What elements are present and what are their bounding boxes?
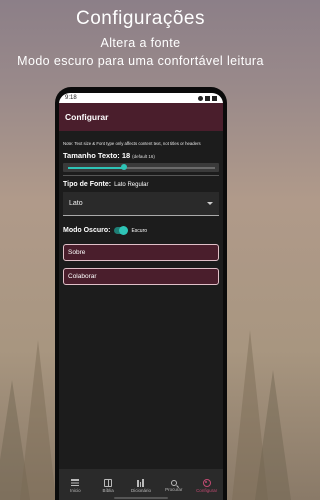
phone-frame: 9:18 Configurar Note: Text size & Font t… bbox=[55, 87, 227, 500]
status-bar: 9:18 bbox=[59, 93, 223, 103]
bottom-nav: Inicio Bíblia Dicionário Procurar Config… bbox=[59, 469, 223, 500]
signal-icon bbox=[205, 95, 210, 101]
nav-item-dictionary[interactable]: Dicionário bbox=[126, 478, 156, 493]
page-title: Configurar bbox=[65, 112, 109, 122]
search-icon bbox=[170, 479, 177, 486]
battery-icon bbox=[212, 95, 217, 101]
status-time: 9:18 bbox=[65, 95, 77, 101]
dark-mode-label: Modo Oscuro: bbox=[63, 227, 111, 234]
nav-label-dictionary: Dicionário bbox=[130, 487, 151, 493]
about-button-label: Sobre bbox=[68, 249, 86, 256]
text-size-value: 18 bbox=[121, 151, 131, 160]
slider-remaining bbox=[124, 167, 215, 169]
slider-fill bbox=[68, 167, 124, 169]
nav-item-settings[interactable]: Configurar bbox=[192, 478, 222, 493]
nav-label-settings: Configurar bbox=[196, 487, 218, 493]
nav-item-search[interactable]: Procurar bbox=[159, 479, 189, 492]
promo-title: Configurações bbox=[75, 8, 206, 29]
font-type-label: Tipo de Fonte: bbox=[63, 181, 112, 188]
font-select[interactable]: Lato bbox=[63, 192, 219, 216]
promo-subtitle-dark-mode: Modo escuro para uma confortável leitura bbox=[17, 54, 264, 68]
gear-icon bbox=[202, 478, 211, 487]
home-indicator bbox=[114, 497, 168, 499]
text-size-slider[interactable] bbox=[63, 163, 219, 172]
dark-mode-toggle[interactable] bbox=[114, 226, 129, 235]
dictionary-icon bbox=[136, 478, 145, 487]
app-bar: Configurar bbox=[59, 103, 223, 131]
settings-content: Note: Text size & Font type only affects… bbox=[59, 141, 223, 285]
divider bbox=[63, 175, 219, 176]
nav-item-bible[interactable]: Bíblia bbox=[93, 478, 123, 493]
nav-item-home[interactable]: Inicio bbox=[60, 478, 90, 493]
nav-label-bible: Bíblia bbox=[102, 487, 114, 493]
wifi-icon bbox=[198, 95, 203, 101]
collaborate-button[interactable]: Colaborar bbox=[63, 268, 219, 285]
dark-mode-row: Modo Oscuro: Escuro bbox=[63, 226, 219, 235]
toggle-knob bbox=[119, 226, 129, 235]
text-size-default: (default 16) bbox=[132, 154, 155, 159]
collaborate-button-label: Colaborar bbox=[68, 273, 97, 280]
book-icon bbox=[104, 478, 113, 487]
chevron-down-icon bbox=[207, 202, 213, 205]
font-select-value: Lato bbox=[69, 200, 83, 207]
slider-thumb[interactable] bbox=[121, 164, 127, 170]
settings-note: Note: Text size & Font type only affects… bbox=[63, 141, 201, 146]
dark-mode-state: Escuro bbox=[131, 227, 148, 234]
list-icon bbox=[71, 478, 80, 487]
font-type-row: Tipo de Fonte: Lato Regular bbox=[63, 181, 219, 188]
text-size-label: Tamanho Texto: bbox=[63, 151, 120, 160]
nav-label-home: Inicio bbox=[70, 487, 81, 493]
app-screen: 9:18 Configurar Note: Text size & Font t… bbox=[59, 93, 223, 500]
text-size-row: Tamanho Texto: 18 (default 16) bbox=[63, 151, 219, 160]
about-button[interactable]: Sobre bbox=[63, 244, 219, 261]
font-type-current: Lato Regular bbox=[114, 182, 149, 188]
nav-label-search: Procurar bbox=[165, 486, 183, 492]
promo-subtitle-font: Altera a fonte bbox=[100, 36, 181, 50]
